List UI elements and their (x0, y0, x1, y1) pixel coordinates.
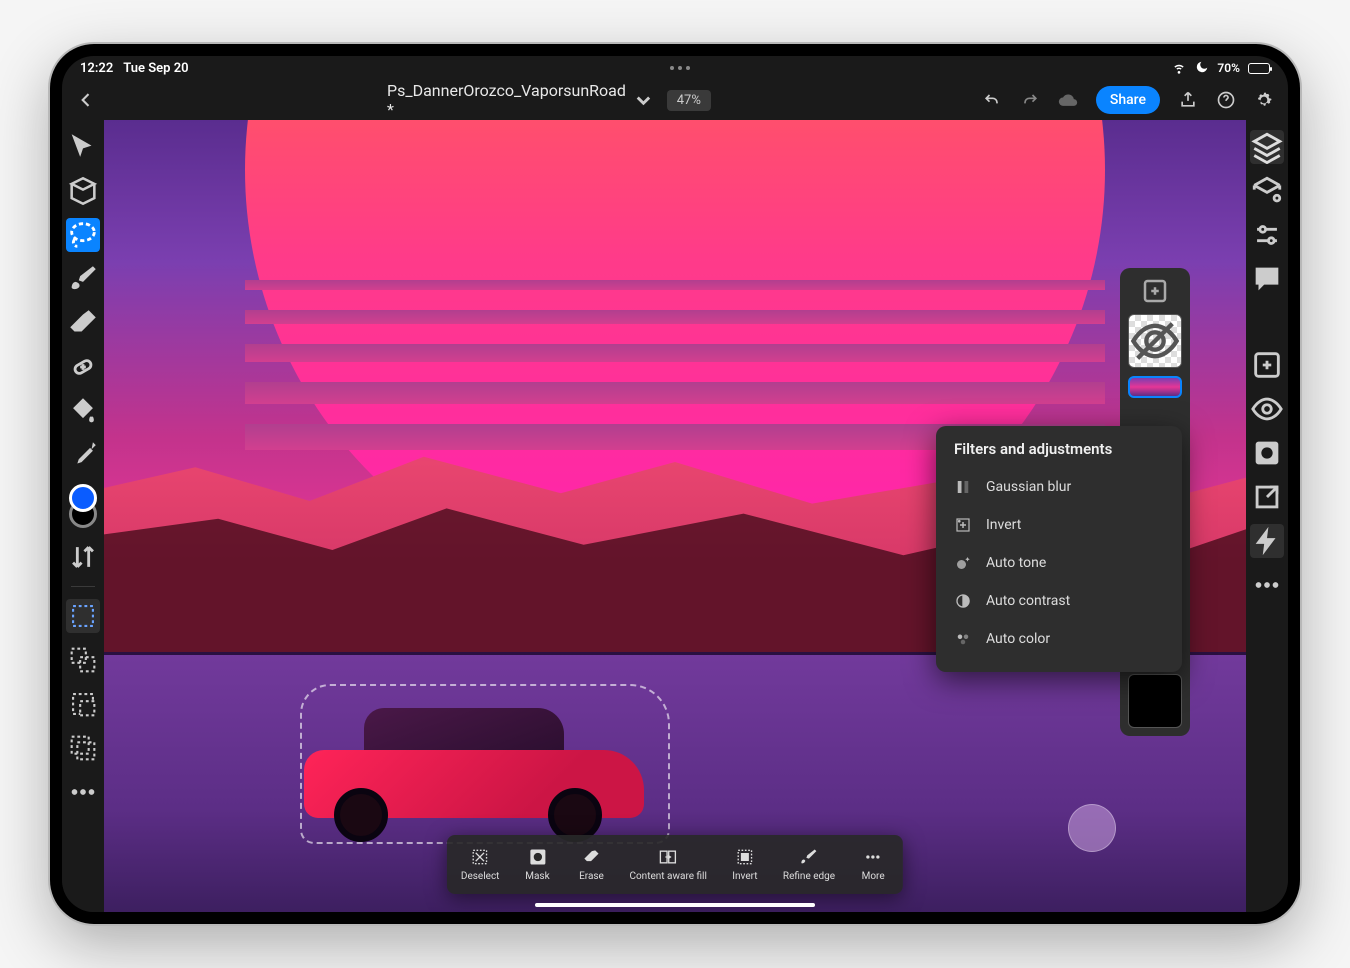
add-layer-button[interactable] (1128, 276, 1182, 306)
auto-tone-icon (954, 554, 972, 572)
ipad-frame: 12:22 Tue Sep 20 70% Ps_DannerOro (50, 44, 1300, 924)
selection-action-bar: Deselect Mask Erase Content aware fill (447, 835, 903, 894)
invert-icon (954, 516, 972, 534)
mask-panel-button[interactable] (1250, 436, 1284, 470)
layer-thumb-1[interactable] (1128, 314, 1182, 368)
adjustments-button[interactable] (1250, 218, 1284, 252)
filter-label: Auto contrast (986, 593, 1070, 609)
layer-properties-button[interactable] (1250, 174, 1284, 208)
status-time: 12:22 (80, 61, 113, 76)
marquee-intersect-tool[interactable] (66, 731, 100, 765)
wifi-icon (1171, 59, 1187, 78)
status-date: Tue Sep 20 (123, 61, 188, 76)
blur-icon (954, 478, 972, 496)
filter-auto-color[interactable]: Auto color (936, 620, 1182, 658)
app-header: Ps_DannerOrozco_VaporsunRoad * 47% Share (62, 80, 1288, 120)
settings-button[interactable] (1254, 90, 1274, 110)
auto-contrast-icon (954, 592, 972, 610)
touch-indicator (1068, 804, 1116, 852)
transform-tool[interactable] (66, 174, 100, 208)
home-indicator[interactable] (535, 903, 815, 907)
more-tools[interactable] (66, 775, 100, 809)
battery-percent: 70% (1217, 61, 1240, 75)
eyedropper-tool[interactable] (66, 438, 100, 472)
marquee-rect-tool[interactable] (66, 599, 100, 633)
comments-button[interactable] (1250, 262, 1284, 296)
invert-selection-icon (735, 847, 755, 867)
filter-label: Gaussian blur (986, 479, 1071, 495)
action-content-aware-fill[interactable]: Content aware fill (619, 843, 716, 886)
filter-gaussian-blur[interactable]: Gaussian blur (936, 468, 1182, 506)
help-button[interactable] (1216, 90, 1236, 110)
filter-auto-tone[interactable]: Auto tone (936, 544, 1182, 582)
action-erase[interactable]: Erase (565, 843, 617, 886)
refine-icon (799, 847, 819, 867)
undo-button[interactable] (982, 90, 1002, 110)
filter-label: Auto tone (986, 555, 1046, 571)
foreground-color[interactable] (69, 484, 97, 512)
visibility-button[interactable] (1250, 392, 1284, 426)
redo-button[interactable] (1020, 90, 1040, 110)
action-refine-edge[interactable]: Refine edge (773, 843, 845, 886)
left-toolbar (62, 120, 104, 912)
more-right[interactable] (1250, 568, 1284, 602)
marquee-subtract-tool[interactable] (66, 687, 100, 721)
auto-color-icon (954, 630, 972, 648)
layers-button[interactable] (1250, 130, 1284, 164)
layer-thumb-2[interactable] (1128, 376, 1182, 398)
brush-tool[interactable] (66, 262, 100, 296)
document-title-label: Ps_DannerOrozco_VaporsunRoad * (387, 81, 626, 119)
filter-label: Invert (986, 517, 1021, 533)
fx-button[interactable] (1250, 524, 1284, 558)
move-tool[interactable] (66, 130, 100, 164)
canvas[interactable]: Filters and adjustments Gaussian blur In… (104, 120, 1246, 912)
document-title[interactable]: Ps_DannerOrozco_VaporsunRoad * (387, 81, 655, 119)
export-button[interactable] (1178, 90, 1198, 110)
deselect-icon (470, 847, 490, 867)
content-aware-icon (658, 847, 678, 867)
action-deselect[interactable]: Deselect (451, 843, 510, 886)
filter-auto-contrast[interactable]: Auto contrast (936, 582, 1182, 620)
filter-invert[interactable]: Invert (936, 506, 1182, 544)
selection-marquee (300, 684, 670, 844)
layer-thumb-bg[interactable] (1128, 674, 1182, 728)
export-panel-button[interactable] (1250, 480, 1284, 514)
mask-icon (527, 847, 547, 867)
filter-label: Auto color (986, 631, 1050, 647)
fill-tool[interactable] (66, 394, 100, 428)
heal-tool[interactable] (66, 350, 100, 384)
action-invert[interactable]: Invert (719, 843, 771, 886)
battery-icon (1248, 63, 1270, 74)
more-icon (863, 847, 883, 867)
filters-popover: Filters and adjustments Gaussian blur In… (936, 426, 1182, 672)
back-button[interactable] (76, 90, 96, 110)
action-mask[interactable]: Mask (511, 843, 563, 886)
screen: 12:22 Tue Sep 20 70% Ps_DannerOro (62, 56, 1288, 912)
popover-title: Filters and adjustments (936, 440, 1182, 468)
right-toolbar (1246, 120, 1288, 912)
action-more[interactable]: More (847, 843, 899, 886)
erase-icon (581, 847, 601, 867)
status-bar: 12:22 Tue Sep 20 70% (62, 56, 1288, 80)
moon-icon (1195, 60, 1209, 77)
swap-colors[interactable] (66, 540, 100, 574)
marquee-add-tool[interactable] (66, 643, 100, 677)
cloud-icon[interactable] (1058, 90, 1078, 110)
lasso-tool[interactable] (66, 218, 100, 252)
eraser-tool[interactable] (66, 306, 100, 340)
multitask-dots[interactable] (189, 66, 1172, 70)
zoom-level[interactable]: 47% (667, 90, 711, 111)
share-button[interactable]: Share (1096, 86, 1160, 114)
add-image-button[interactable] (1250, 348, 1284, 382)
chevron-down-icon (632, 89, 655, 112)
